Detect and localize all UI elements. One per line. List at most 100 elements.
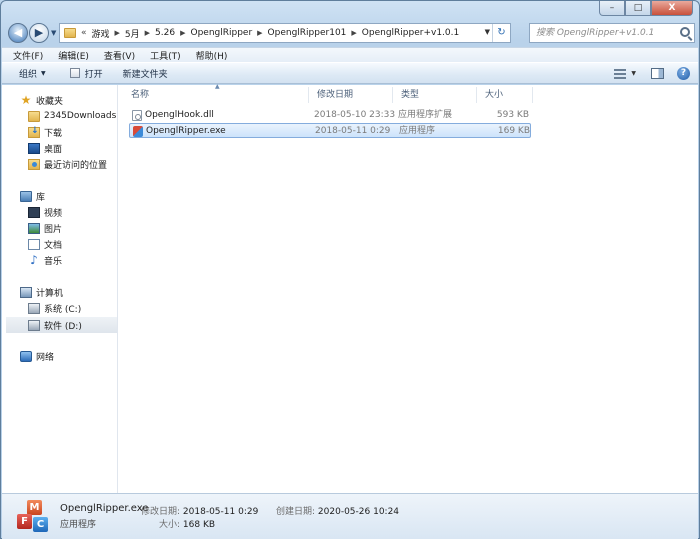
application-icon: M F C <box>17 500 49 534</box>
sidebar-item-computer[interactable]: 计算机 <box>20 284 135 300</box>
breadcrumb-item[interactable]: 游戏 <box>92 27 110 40</box>
menu-bar: 文件(F) 编辑(E) 查看(V) 工具(T) 帮助(H) <box>2 47 698 62</box>
detail-created: 创建日期: 2020-05-26 10:24 <box>276 504 399 517</box>
detail-created-label: 创建日期: <box>276 507 316 517</box>
folder-icon <box>64 28 76 38</box>
computer-icon <box>20 286 32 298</box>
file-type: 应用程序 <box>399 126 436 136</box>
navigation-row: ◀ ▶ ▼ « 游戏 ▶ 5月 ▶ 5.26 ▶ OpenglRipper ▶ … <box>7 21 695 45</box>
dll-file-icon <box>132 110 142 121</box>
detail-size: 大小: 168 KB <box>159 517 215 530</box>
breadcrumb-separator-icon[interactable]: ▶ <box>180 29 185 37</box>
column-header-type[interactable]: 类型 <box>393 87 477 103</box>
details-pane: M F C OpenglRipper.exe 应用程序 修改日期: 2018-0… <box>2 493 698 539</box>
search-icon[interactable] <box>680 27 690 37</box>
file-size: 169 KB <box>497 126 530 136</box>
recent-pages-dropdown-icon[interactable]: ▼ <box>51 29 56 37</box>
caption-buttons: – □ X <box>599 1 693 16</box>
file-date: 2018-05-11 0:29 <box>315 126 391 136</box>
command-bar-right: ▼ ? <box>614 67 690 80</box>
detail-file-name: OpenglRipper.exe <box>60 503 149 514</box>
maximize-button[interactable]: □ <box>625 1 651 16</box>
sidebar-item-network[interactable]: 网络 <box>20 348 135 364</box>
sidebar-item-label: 计算机 <box>36 288 64 299</box>
open-label: 打开 <box>84 69 103 80</box>
file-name: OpenglRipper.exe <box>146 126 226 136</box>
address-history-dropdown-icon[interactable]: ▼ <box>485 28 490 36</box>
file-date: 2018-05-10 23:33 <box>314 110 396 120</box>
detail-file-type: 应用程序 <box>60 520 97 530</box>
explorer-window: – □ X ◀ ▶ ▼ « 游戏 ▶ 5月 ▶ 5.26 ▶ OpenglRip… <box>0 0 700 539</box>
file-row[interactable]: OpenglHook.dll 2018-05-10 23:33 应用程序扩展 5… <box>129 108 531 123</box>
drive-icon <box>28 302 40 314</box>
menu-view[interactable]: 查看(V) <box>104 49 135 62</box>
chevron-down-icon[interactable]: ▼ <box>631 70 636 77</box>
open-button[interactable]: 打开 <box>69 67 103 80</box>
breadcrumb-separator-icon[interactable]: ▶ <box>351 29 356 37</box>
detail-modified-label: 修改日期: <box>141 507 181 517</box>
organize-button[interactable]: 组织 ▼ <box>19 67 46 80</box>
sidebar-item-libraries[interactable]: 库 <box>20 188 135 204</box>
view-options-icon[interactable] <box>614 68 627 79</box>
sidebar-item-label: 软件 (D:) <box>44 321 82 332</box>
breadcrumb-item[interactable]: 5.26 <box>155 28 175 38</box>
open-icon <box>69 68 80 78</box>
breadcrumb-item[interactable]: OpenglRipper <box>190 28 252 38</box>
file-size: 593 KB <box>496 110 529 120</box>
column-header-size[interactable]: 大小 <box>477 87 533 103</box>
breadcrumb-item[interactable]: OpenglRipper101 <box>268 28 347 38</box>
navigation-pane: ★ 收藏夹 2345Downloads 下载 桌面 最近访问的位置 库 <box>2 85 118 493</box>
sidebar-item-label: 音乐 <box>44 256 63 267</box>
chevron-down-icon: ▼ <box>41 69 46 77</box>
new-folder-button[interactable]: 新建文件夹 <box>123 67 168 80</box>
star-icon: ★ <box>20 92 32 107</box>
sidebar-item-drive-d[interactable]: 软件 (D:) <box>6 317 117 333</box>
minimize-button[interactable]: – <box>599 1 625 16</box>
sidebar-item-label: 2345Downloads <box>44 111 117 121</box>
search-placeholder: 搜索 OpenglRipper+v1.0.1 <box>536 28 655 38</box>
command-bar: 组织 ▼ 打开 新建文件夹 ▼ ? <box>2 62 698 84</box>
breadcrumb-separator-icon[interactable]: ▶ <box>115 29 120 37</box>
detail-modified: 修改日期: 2018-05-11 0:29 <box>141 504 258 517</box>
breadcrumb-separator-icon[interactable]: ▶ <box>257 29 262 37</box>
network-icon <box>20 350 32 362</box>
breadcrumb-item[interactable]: 5月 <box>125 27 140 40</box>
detail-size-value: 168 KB <box>182 520 216 530</box>
detail-modified-value: 2018-05-11 0:29 <box>182 507 259 517</box>
help-icon[interactable]: ? <box>677 67 690 80</box>
menu-file[interactable]: 文件(F) <box>13 49 43 62</box>
refresh-button[interactable]: ↻ <box>492 24 510 42</box>
menu-help[interactable]: 帮助(H) <box>196 49 228 62</box>
column-header-name[interactable]: 名称 <box>123 87 309 103</box>
back-button[interactable]: ◀ <box>8 23 28 43</box>
file-list: ▲ 名称 修改日期 类型 大小 OpenglHook.dll 2018-05-1… <box>119 83 698 493</box>
downloads-folder-icon <box>28 126 40 138</box>
menu-tools[interactable]: 工具(T) <box>150 49 181 62</box>
icon-cube: F <box>17 514 32 529</box>
breadcrumb-overflow[interactable]: « <box>81 28 87 38</box>
sidebar-item-favorites[interactable]: ★ 收藏夹 <box>20 92 135 108</box>
breadcrumb-separator-icon[interactable]: ▶ <box>145 29 150 37</box>
sidebar-item-label: 最近访问的位置 <box>44 160 108 171</box>
desktop-icon <box>28 142 40 154</box>
icon-cube: C <box>33 517 48 532</box>
file-row[interactable]: OpenglRipper.exe 2018-05-11 0:29 应用程序 16… <box>129 123 531 138</box>
video-icon <box>28 206 40 218</box>
sidebar-item-label: 系统 (C:) <box>44 304 82 315</box>
address-bar[interactable]: « 游戏 ▶ 5月 ▶ 5.26 ▶ OpenglRipper ▶ Opengl… <box>59 23 511 43</box>
forward-button[interactable]: ▶ <box>29 23 49 43</box>
column-header-date[interactable]: 修改日期 <box>309 87 393 103</box>
detail-created-value: 2020-05-26 10:24 <box>317 507 400 517</box>
close-button[interactable]: X <box>651 1 693 16</box>
breadcrumb-item[interactable]: OpenglRipper+v1.0.1 <box>362 28 459 38</box>
search-input[interactable]: 搜索 OpenglRipper+v1.0.1 <box>529 23 695 43</box>
library-icon <box>20 190 32 202</box>
menu-edit[interactable]: 编辑(E) <box>58 49 89 62</box>
sidebar-item-label: 收藏夹 <box>36 96 64 107</box>
folder-icon <box>28 110 40 122</box>
file-name: OpenglHook.dll <box>145 110 214 120</box>
drive-icon <box>28 319 40 331</box>
preview-pane-icon[interactable] <box>651 68 664 79</box>
new-folder-label: 新建文件夹 <box>122 69 168 80</box>
organize-label: 组织 <box>19 69 38 80</box>
